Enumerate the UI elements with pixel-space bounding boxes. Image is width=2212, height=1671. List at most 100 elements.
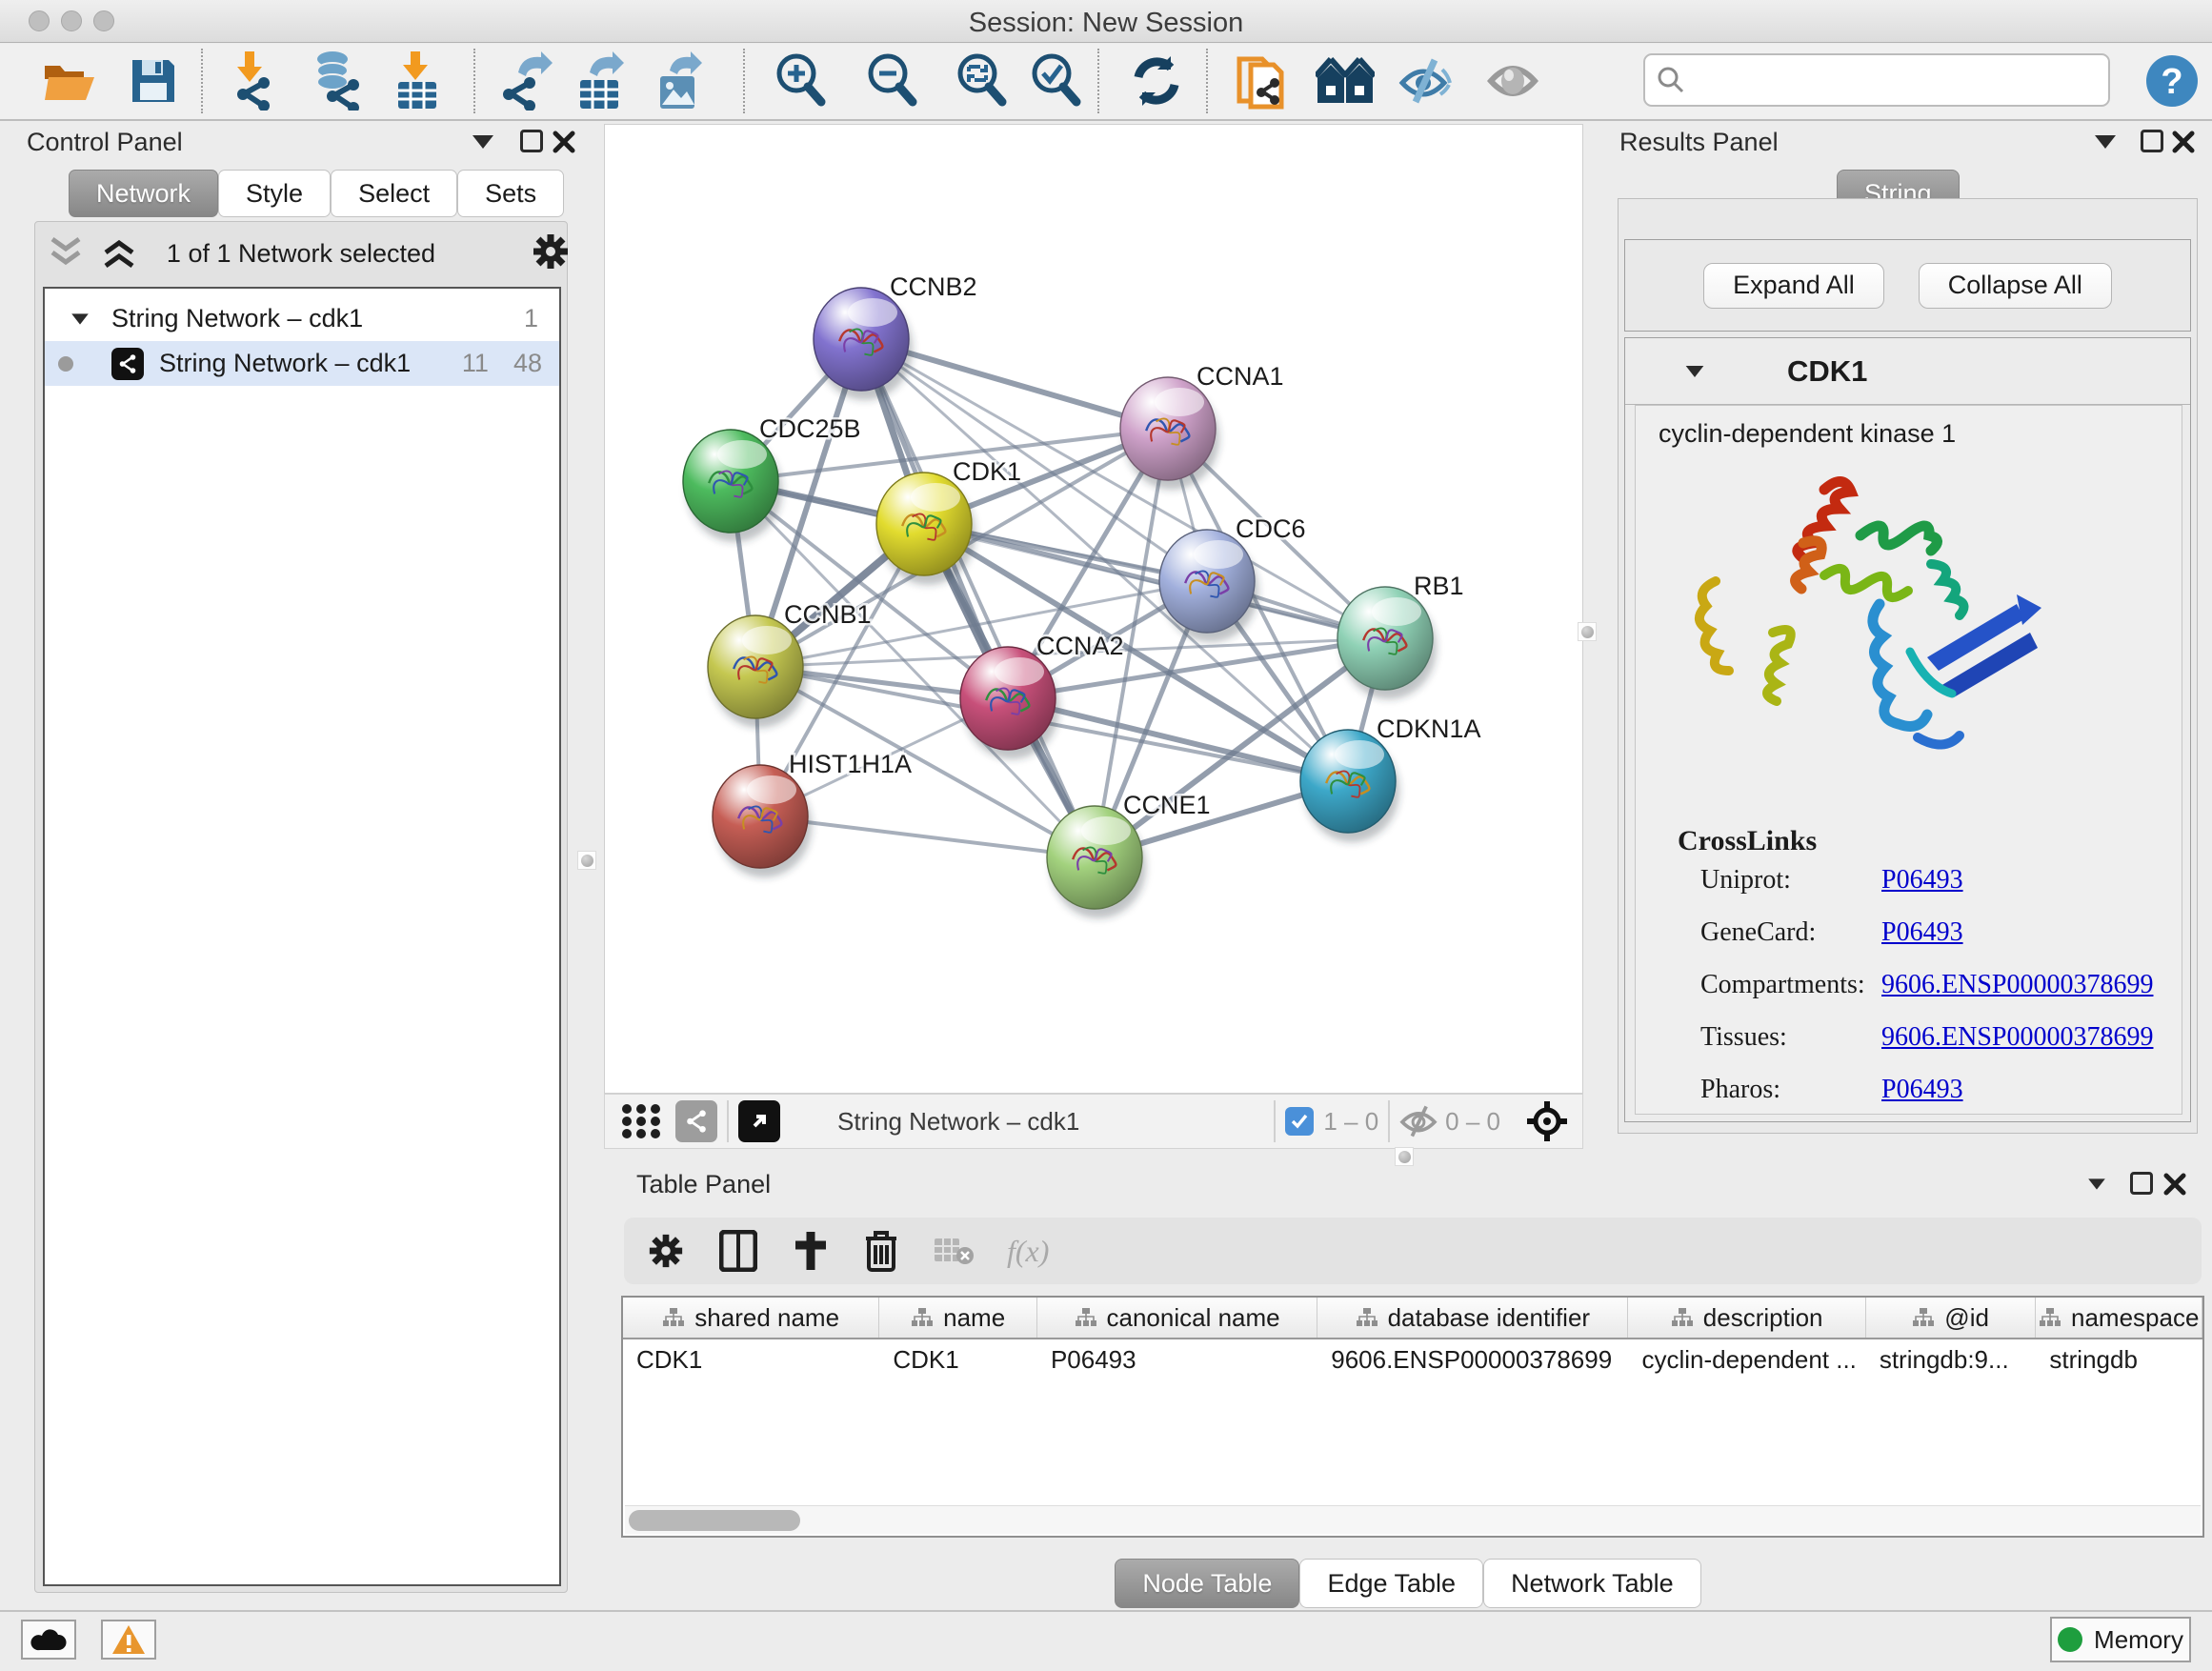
string-network-graph[interactable]: CCNB2CCNA1CDC25BCDK1CDC6RB1CCNB1CCNA2CDK… <box>605 125 1582 1093</box>
refresh-icon <box>1131 54 1182 108</box>
node-CDK1[interactable] <box>876 473 972 575</box>
node-label-CDC6: CDC6 <box>1236 514 1306 543</box>
bottom-splitter-handle[interactable] <box>1395 1147 1414 1166</box>
control-panel-close-icon[interactable] <box>552 130 576 154</box>
refresh-button[interactable] <box>1126 50 1187 112</box>
column-header-description[interactable]: description <box>1628 1298 1865 1338</box>
table-panel-float-icon[interactable] <box>2088 1178 2105 1189</box>
network-canvas[interactable]: CCNB2CCNA1CDC25BCDK1CDC6RB1CCNB1CCNA2CDK… <box>604 124 1583 1094</box>
column-header-database-identifier[interactable]: database identifier <box>1317 1298 1628 1338</box>
results-panel-float-icon[interactable] <box>2095 135 2116 149</box>
node-label-CDK1: CDK1 <box>953 457 1021 486</box>
network-status-dot <box>58 356 73 372</box>
home-layout-button[interactable] <box>1315 50 1376 112</box>
control-panel-maximize-icon[interactable] <box>520 130 543 152</box>
tab-select[interactable]: Select <box>331 170 457 217</box>
copy-style-button[interactable] <box>1232 50 1293 112</box>
save-icon <box>131 58 176 104</box>
node-CCNB1[interactable] <box>708 615 803 718</box>
import-table-icon <box>394 51 440 111</box>
search-input[interactable] <box>1685 66 2108 95</box>
tree-expand-icon[interactable] <box>71 313 89 324</box>
tab-node-table[interactable]: Node Table <box>1115 1559 1299 1608</box>
results-panel-title: Results Panel <box>1619 128 1779 156</box>
scrollbar-thumb[interactable] <box>629 1510 800 1531</box>
zoom-fit-icon <box>955 52 1008 110</box>
network-options-gear-icon[interactable] <box>531 232 571 272</box>
table-panel-close-icon[interactable] <box>2162 1172 2187 1197</box>
column-header-canonical-name[interactable]: canonical name <box>1037 1298 1317 1338</box>
crosslink-link[interactable]: 9606.ENSP00000378699 <box>1881 970 2153 1000</box>
save-session-button[interactable] <box>123 50 184 112</box>
node-RB1[interactable] <box>1337 587 1433 690</box>
help-button[interactable]: ? <box>2142 50 2202 112</box>
table-row[interactable]: CDK1CDK1P064939606.ENSP00000378699cyclin… <box>623 1339 2202 1379</box>
add-column-icon[interactable] <box>792 1230 830 1272</box>
zoom-in-button[interactable] <box>770 50 831 112</box>
selected-counter: 1 – 0 <box>1323 1107 1378 1137</box>
collapse-all-button[interactable]: Collapse All <box>1919 263 2112 309</box>
control-panel-float-icon[interactable] <box>473 135 493 149</box>
tab-network-table[interactable]: Network Table <box>1483 1559 1701 1608</box>
tab-style[interactable]: Style <box>218 170 331 217</box>
cloud-status-button[interactable] <box>21 1620 76 1660</box>
export-table-button[interactable] <box>572 50 633 112</box>
node-label-CCNA2: CCNA2 <box>1036 632 1124 660</box>
node-CCNA1[interactable] <box>1120 377 1216 480</box>
crosslink-link[interactable]: 9606.ENSP00000378699 <box>1881 1022 2153 1053</box>
export-network-button[interactable] <box>496 50 557 112</box>
warning-icon <box>111 1624 146 1655</box>
hide-selected-button[interactable] <box>1396 50 1457 112</box>
column-header-shared-name[interactable]: shared name <box>623 1298 879 1338</box>
node-CDKN1A[interactable] <box>1300 730 1396 833</box>
network-row-selected[interactable]: String Network – cdk1 11 48 <box>45 341 559 386</box>
import-network-database-button[interactable] <box>305 50 366 112</box>
node-HIST1H1A[interactable] <box>713 765 808 868</box>
delete-column-icon[interactable] <box>864 1229 898 1273</box>
table-options-gear-icon[interactable] <box>647 1232 685 1270</box>
open-session-button[interactable] <box>40 50 101 112</box>
import-network-file-button[interactable] <box>219 50 280 112</box>
selected-nodes-checkbox[interactable] <box>1285 1107 1314 1136</box>
tab-network[interactable]: Network <box>69 170 218 217</box>
node-CCNA2[interactable] <box>960 647 1056 750</box>
column-header-namespace[interactable]: namespace <box>2036 1298 2202 1338</box>
network-collection-row[interactable]: String Network – cdk1 1 <box>45 296 559 341</box>
node-CDC6[interactable] <box>1159 530 1255 633</box>
network-collection-count: 1 <box>524 304 538 333</box>
warning-status-button[interactable] <box>101 1620 156 1660</box>
table-panel-maximize-icon[interactable] <box>2130 1172 2153 1195</box>
birdseye-crosshair-icon[interactable] <box>1525 1099 1569 1143</box>
results-panel-close-icon[interactable] <box>2171 130 2196 154</box>
detach-view-button[interactable] <box>738 1100 780 1142</box>
results-panel-maximize-icon[interactable] <box>2141 130 2163 152</box>
column-header-@id[interactable]: @id <box>1866 1298 2037 1338</box>
grid-view-icon[interactable] <box>620 1102 662 1140</box>
export-image-button[interactable] <box>650 50 711 112</box>
node-CDC25B[interactable] <box>683 430 778 533</box>
protein-collapse-icon[interactable] <box>1686 366 1704 377</box>
zoom-out-button[interactable] <box>861 50 922 112</box>
crosslink-link[interactable]: P06493 <box>1881 917 1963 948</box>
node-table: shared namenamecanonical namedatabase id… <box>621 1296 2204 1538</box>
import-table-file-button[interactable] <box>387 50 448 112</box>
memory-button[interactable]: Memory <box>2050 1617 2191 1662</box>
network-view-icon[interactable] <box>675 1100 717 1142</box>
expand-all-button[interactable]: Expand All <box>1703 263 1884 309</box>
show-columns-icon[interactable] <box>719 1230 757 1272</box>
show-all-button[interactable] <box>1482 50 1543 112</box>
column-header-name[interactable]: name <box>879 1298 1037 1338</box>
network-edge-count: 48 <box>513 349 542 378</box>
zoom-selected-button[interactable] <box>1025 50 1086 112</box>
copy-document-icon <box>1236 51 1289 111</box>
crosslink-link[interactable]: P06493 <box>1881 1075 1963 1105</box>
node-CCNE1[interactable] <box>1047 806 1142 909</box>
zoom-fit-button[interactable] <box>951 50 1012 112</box>
crosslink-link[interactable]: P06493 <box>1881 865 1963 896</box>
crosslink-row: Uniprot: P06493 <box>1636 865 2182 917</box>
left-splitter-handle[interactable] <box>577 851 596 870</box>
protein-card-header[interactable]: CDK1 <box>1625 338 2190 405</box>
tab-sets[interactable]: Sets <box>457 170 564 217</box>
tab-edge-table[interactable]: Edge Table <box>1299 1559 1483 1608</box>
node-CCNB2[interactable] <box>814 288 909 391</box>
